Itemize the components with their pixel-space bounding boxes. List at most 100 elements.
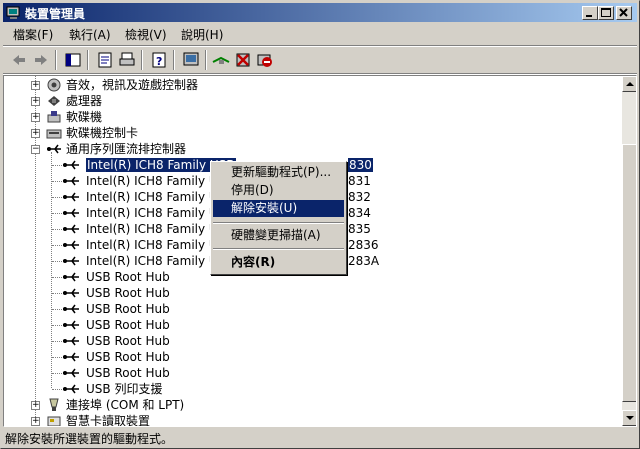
status-bar: 解除安裝所選裝置的驅動程式。 (3, 429, 637, 447)
close-button[interactable] (616, 6, 632, 20)
svg-text:?: ? (156, 55, 162, 68)
tree-item-label: USB Root Hub (86, 334, 170, 348)
sound-icon (47, 78, 61, 92)
usb-controller-item[interactable]: USB Root Hub (4, 301, 604, 317)
tree-connector (52, 341, 62, 342)
minimize-button[interactable] (582, 6, 598, 20)
up-arrow-icon (626, 82, 634, 86)
tree-item-label-suffix: 834 (348, 206, 371, 220)
menu-item-uninstall[interactable]: 解除安裝(U) (213, 200, 344, 217)
tree-item-smartcard[interactable]: + 智慧卡讀取裝置 (4, 413, 604, 427)
usb-icon (47, 144, 61, 154)
menu-item-disable[interactable]: 停用(D) (213, 182, 344, 199)
toolbar-separator (173, 50, 175, 70)
usb-icon (63, 176, 79, 186)
processor-icon (48, 96, 60, 106)
tree-item-floppy-drive[interactable]: + 軟碟機 (4, 109, 604, 125)
tree-connector (52, 325, 62, 326)
properties-icon[interactable] (95, 50, 115, 70)
tree-item-label: USB Root Hub (86, 270, 170, 284)
usb-icon (63, 160, 79, 170)
title-bar[interactable]: 裝置管理員 (3, 3, 637, 22)
tree-item-label: 軟碟機控制卡 (66, 126, 139, 140)
help-icon[interactable]: ? (149, 50, 169, 70)
usb-icon (63, 352, 79, 362)
menu-separator (213, 248, 344, 250)
usb-controller-item[interactable]: USB Root Hub (4, 285, 604, 301)
disable-device-icon[interactable] (255, 50, 275, 70)
tree-connector (52, 165, 62, 166)
tree-connector (52, 245, 62, 246)
usb-icon (63, 368, 79, 378)
usb-controller-item[interactable]: USB Root Hub (4, 349, 604, 365)
forward-arrow-icon[interactable] (31, 50, 51, 70)
expand-icon[interactable]: + (31, 417, 40, 426)
tree-connector (52, 197, 62, 198)
tree-item-floppy-controller[interactable]: + 軟碟機控制卡 (4, 125, 604, 141)
device-manager-icon (6, 6, 20, 19)
tree-item-label-suffix: 831 (348, 174, 371, 188)
show-hide-tree-icon[interactable] (63, 50, 83, 70)
scan-hardware-icon[interactable] (181, 50, 201, 70)
menu-file[interactable]: 檔案(F) (13, 26, 53, 43)
tree-item-label-suffix: 832 (348, 190, 371, 204)
collapse-icon[interactable]: − (31, 145, 40, 154)
tree-item-sound[interactable]: + 音效，視訊及遊戲控制器 (4, 77, 604, 93)
menu-item-update-driver[interactable]: 更新驅動程式(P)... (213, 164, 344, 181)
menu-item-properties[interactable]: 內容(R) (213, 254, 344, 271)
context-menu: 更新驅動程式(P)... 停用(D) 解除安裝(U) 硬體變更掃描(A) 內容(… (210, 161, 347, 275)
tree-item-label: 智慧卡讀取裝置 (66, 414, 151, 427)
usb-icon (63, 384, 79, 394)
tree-connector (52, 213, 62, 214)
usb-controller-item[interactable]: USB Root Hub (4, 333, 604, 349)
tree-item-label: 軟碟機 (66, 110, 103, 124)
menu-separator (213, 222, 344, 224)
port-icon (49, 398, 59, 411)
tree-item-label: USB Root Hub (86, 350, 170, 364)
vertical-scrollbar[interactable] (622, 76, 636, 426)
usb-icon (63, 272, 79, 282)
device-manager-window: 裝置管理員 檔案(F) 執行(A) 檢視(V) 說明(H) ? + 音效，視訊及… (0, 0, 640, 449)
tree-connector (52, 293, 62, 294)
expand-icon[interactable]: + (31, 97, 40, 106)
tree-item-processor[interactable]: + 處理器 (4, 93, 604, 109)
update-driver-icon[interactable] (211, 50, 231, 70)
maximize-icon (601, 8, 611, 17)
uninstall-icon[interactable] (233, 50, 253, 70)
menu-view[interactable]: 檢視(V) (125, 26, 167, 43)
menu-help[interactable]: 說明(H) (181, 26, 223, 43)
scroll-down-button[interactable] (622, 410, 636, 426)
expand-icon[interactable]: + (31, 81, 40, 90)
scroll-up-button[interactable] (622, 76, 636, 92)
expand-icon[interactable]: + (31, 129, 40, 138)
tree-item-label: USB Root Hub (86, 286, 170, 300)
scroll-thumb[interactable] (622, 144, 636, 402)
usb-controller-item[interactable]: USB 列印支援 (4, 381, 604, 397)
tree-item-usb-controllers[interactable]: − 通用序列匯流排控制器 (4, 141, 604, 157)
usb-icon (63, 288, 79, 298)
tree-item-label-suffix: 830 (348, 158, 373, 172)
expand-icon[interactable]: + (31, 113, 40, 122)
toolbar-separator (205, 50, 207, 70)
usb-icon (63, 336, 79, 346)
usb-icon (63, 208, 79, 218)
expand-icon[interactable]: + (31, 401, 40, 410)
usb-icon (63, 256, 79, 266)
tree-connector (52, 309, 62, 310)
usb-controller-item[interactable]: USB Root Hub (4, 365, 604, 381)
tree-item-ports[interactable]: + 連接埠 (COM 和 LPT) (4, 397, 604, 413)
tree-item-label-suffix: 835 (348, 222, 371, 236)
toolbar-separator (87, 50, 89, 70)
tree-item-label: USB Root Hub (86, 302, 170, 316)
maximize-button[interactable] (598, 6, 614, 20)
usb-icon (63, 224, 79, 234)
close-icon (619, 8, 628, 17)
usb-controller-item[interactable]: USB Root Hub (4, 317, 604, 333)
usb-icon (63, 192, 79, 202)
menu-action[interactable]: 執行(A) (69, 26, 111, 43)
print-icon[interactable] (117, 50, 137, 70)
back-arrow-icon[interactable] (9, 50, 29, 70)
tree-connector (52, 229, 62, 230)
status-text: 解除安裝所選裝置的驅動程式。 (5, 432, 174, 446)
menu-item-scan-hardware[interactable]: 硬體變更掃描(A) (213, 227, 344, 244)
